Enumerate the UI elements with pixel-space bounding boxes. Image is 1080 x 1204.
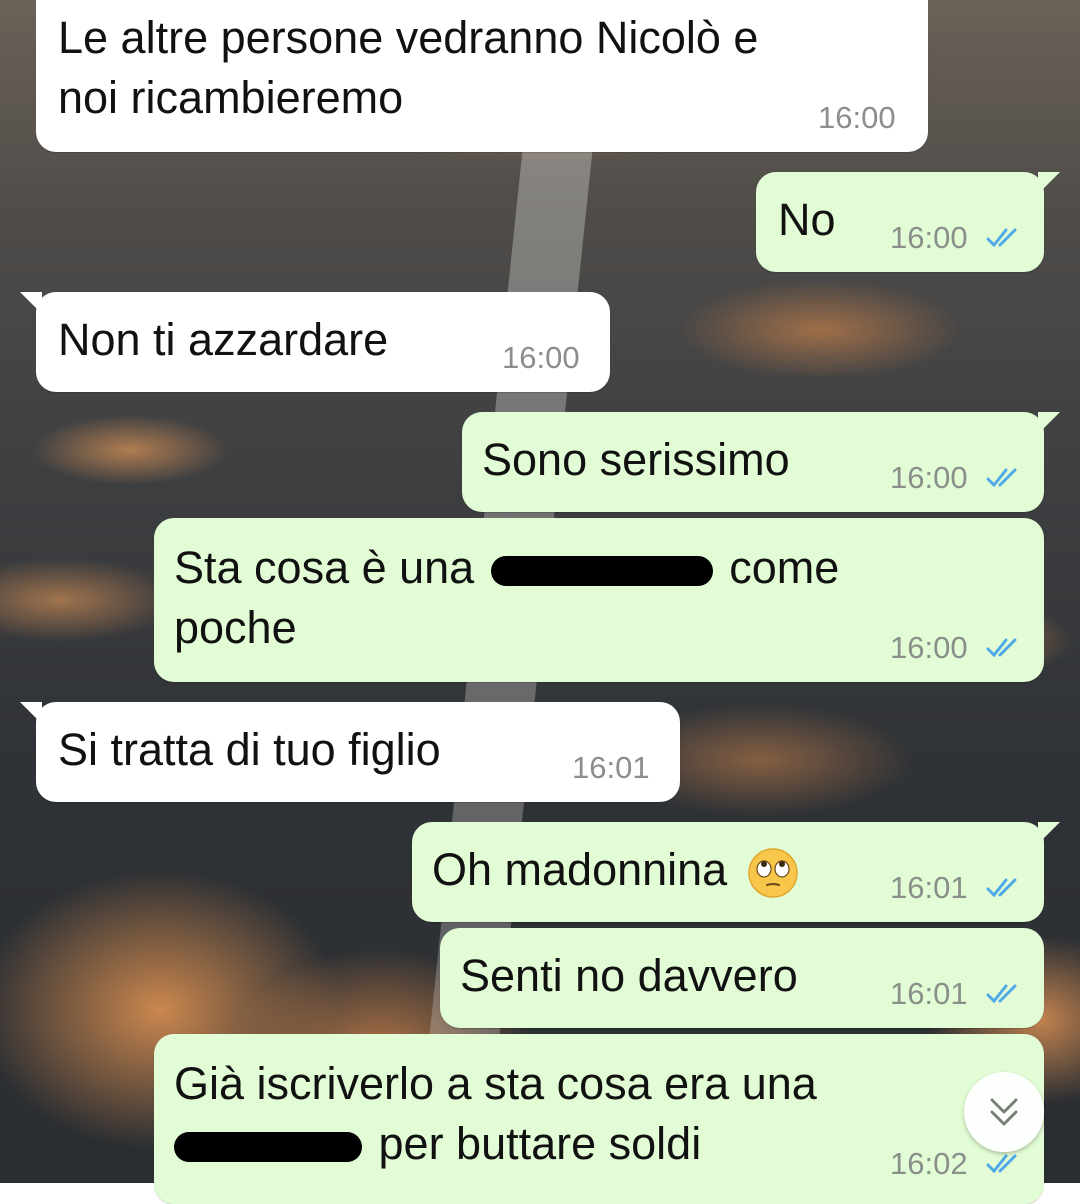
message-outgoing[interactable]: Senti no davvero 16:01 bbox=[440, 928, 1044, 1028]
message-time: 16:01 bbox=[890, 976, 968, 1011]
message-text-part: per buttare soldi bbox=[378, 1118, 702, 1169]
message-text: Oh madonnina bbox=[432, 840, 800, 900]
message-incoming[interactable]: Le altre persone vedranno Nicolò e noi r… bbox=[36, 0, 928, 152]
message-text: noi ricambieremo bbox=[58, 72, 404, 123]
message-text: Non ti azzardare bbox=[58, 314, 389, 365]
message-outgoing[interactable]: Sta cosa è una come poche 16:00 bbox=[154, 518, 1044, 682]
message-outgoing[interactable]: Sono serissimo 16:00 bbox=[462, 412, 1060, 512]
message-time: 16:00 bbox=[890, 630, 968, 665]
read-ticks-icon bbox=[986, 228, 1017, 248]
message-time: 16:01 bbox=[890, 870, 968, 905]
chat-messages[interactable]: Le altre persone vedranno Nicolò e noi r… bbox=[0, 0, 1080, 1204]
read-ticks-icon bbox=[986, 984, 1017, 1004]
message-text: Già iscriverlo a sta cosa era una bbox=[174, 1058, 817, 1109]
message-text: per buttare soldi bbox=[174, 1114, 701, 1174]
message-outgoing[interactable]: No 16:00 bbox=[756, 172, 1060, 272]
message-text: Le altre persone vedranno Nicolò e bbox=[58, 12, 759, 63]
scroll-to-bottom-button[interactable] bbox=[964, 1072, 1044, 1152]
message-text: poche bbox=[174, 602, 297, 653]
message-time: 16:00 bbox=[502, 340, 580, 375]
message-time: 16:02 bbox=[890, 1146, 968, 1181]
redaction-mark bbox=[174, 1132, 362, 1163]
message-time: 16:00 bbox=[818, 100, 896, 135]
message-time: 16:01 bbox=[572, 750, 650, 785]
message-incoming[interactable]: Si tratta di tuo figlio 16:01 bbox=[20, 702, 680, 802]
read-ticks-icon bbox=[986, 638, 1017, 658]
message-text-part: come bbox=[729, 542, 840, 593]
message-time: 16:00 bbox=[890, 460, 968, 495]
message-time: 16:00 bbox=[890, 220, 968, 255]
message-outgoing[interactable]: Oh madonnina 16:01 bbox=[412, 822, 1060, 922]
message-text: No bbox=[778, 194, 836, 245]
message-text: Si tratta di tuo figlio bbox=[58, 724, 441, 775]
read-ticks-icon bbox=[986, 468, 1017, 488]
double-chevron-down-icon bbox=[990, 1098, 1018, 1126]
message-text-part: Sta cosa è una bbox=[174, 542, 475, 593]
message-incoming[interactable]: Non ti azzardare 16:00 bbox=[20, 292, 610, 392]
message-text: Sono serissimo bbox=[482, 434, 790, 485]
redaction-mark bbox=[490, 556, 713, 587]
message-text: Senti no davvero bbox=[460, 950, 798, 1001]
message-text: Sta cosa è una come bbox=[174, 538, 839, 598]
message-text-part: Oh madonnina bbox=[432, 844, 728, 895]
face-with-rolling-eyes-icon bbox=[747, 848, 798, 898]
read-ticks-icon bbox=[986, 1154, 1017, 1174]
message-outgoing[interactable]: Già iscriverlo a sta cosa era una per bu… bbox=[154, 1034, 1044, 1204]
read-ticks-icon bbox=[986, 878, 1017, 898]
